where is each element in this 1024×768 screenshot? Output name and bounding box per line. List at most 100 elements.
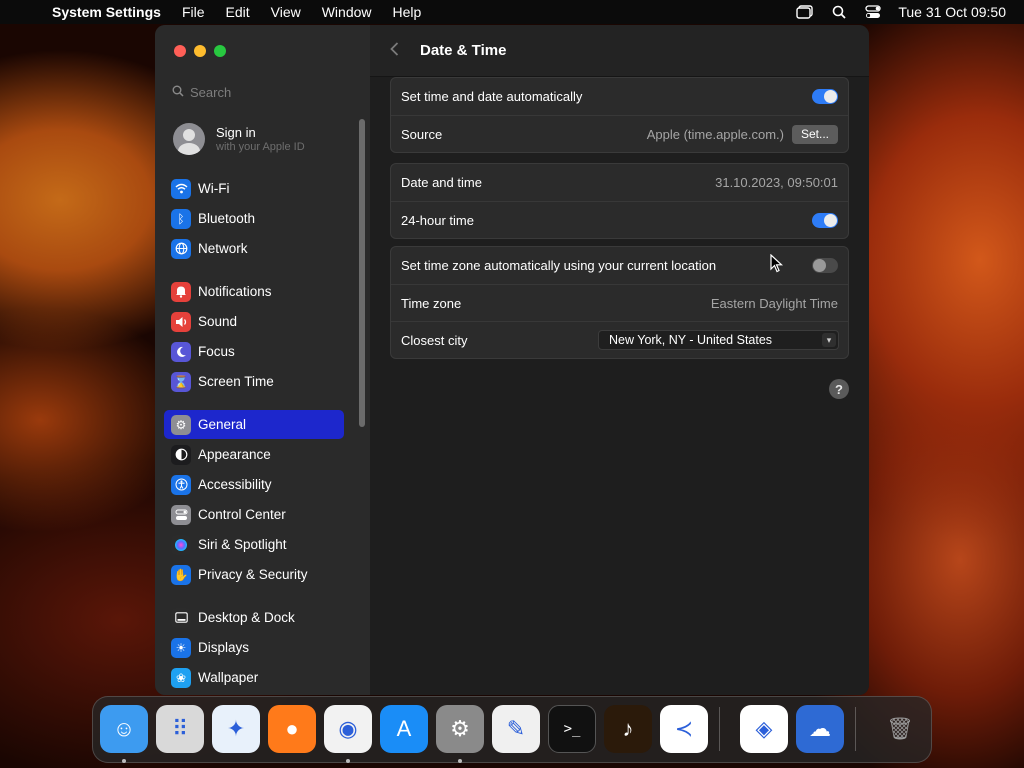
source-row: Source Apple (time.apple.com.) Set... xyxy=(391,115,848,152)
hourglass-icon: ⌛ xyxy=(171,371,191,392)
sidebar-item-notifications[interactable]: Notifications xyxy=(164,277,344,306)
closest-city-label: Closest city xyxy=(401,332,468,348)
mouse-cursor-icon xyxy=(770,254,784,273)
close-window-button[interactable] xyxy=(174,45,186,57)
menu-view[interactable]: View xyxy=(271,4,301,20)
sidebar-item-label: Privacy & Security xyxy=(198,567,308,582)
auto-time-toggle[interactable] xyxy=(812,89,838,104)
auto-time-label: Set time and date automatically xyxy=(401,89,583,104)
date-time-row: Date and time 31.10.2023, 09:50:01 xyxy=(391,164,848,201)
finder-icon[interactable]: ☺ xyxy=(100,705,148,753)
menu-clock[interactable]: Tue 31 Oct 09:50 xyxy=(898,4,1006,20)
sidebar-item-wifi[interactable]: Wi-Fi xyxy=(164,174,344,203)
textedit-icon[interactable]: ✎ xyxy=(492,705,540,753)
dock-separator xyxy=(855,707,856,751)
auto-timezone-label: Set time zone automatically using your c… xyxy=(401,258,717,273)
hour24-row: 24-hour time xyxy=(391,201,848,238)
sidebar-item-label: Appearance xyxy=(198,447,271,462)
auto-time-row: Set time and date automatically xyxy=(391,78,848,115)
search-icon xyxy=(166,85,190,100)
sidebar-item-general[interactable]: ⚙ General xyxy=(164,410,344,439)
vscode-icon[interactable]: ≺ xyxy=(660,705,708,753)
terminal-icon[interactable]: >_ xyxy=(548,705,596,753)
window-controls xyxy=(174,45,226,57)
sidebar-item-bluetooth[interactable]: ᛒ Bluetooth xyxy=(164,204,344,233)
control-center-icon xyxy=(171,504,191,525)
control-center-status-icon[interactable] xyxy=(856,0,890,24)
gear-icon: ⚙ xyxy=(171,414,191,435)
sidebar-item-wallpaper[interactable]: ❀ Wallpaper xyxy=(164,663,344,692)
sidebar-item-label: Control Center xyxy=(198,507,286,522)
bell-icon xyxy=(171,281,191,302)
minimize-window-button[interactable] xyxy=(194,45,206,57)
menu-app-name[interactable]: System Settings xyxy=(52,4,161,20)
sun-icon: ☀ xyxy=(171,637,191,658)
visual-studio-icon[interactable]: ◈ xyxy=(740,705,788,753)
sidebar-item-control-center[interactable]: Control Center xyxy=(164,500,344,529)
app-store-icon[interactable]: A xyxy=(380,705,428,753)
safari-icon[interactable]: ✦ xyxy=(212,705,260,753)
dock: ☺ ⠿ ✦ ● ◉ A ⚙ ✎ >_ ♪ ≺ ◈ ☁ 🗑 xyxy=(92,696,932,763)
speaker-icon xyxy=(171,311,191,332)
sidebar-item-accessibility[interactable]: Accessibility xyxy=(164,470,344,499)
back-chevron-icon[interactable] xyxy=(390,40,408,61)
firefox-icon[interactable]: ● xyxy=(268,705,316,753)
sidebar-item-displays[interactable]: ☀ Displays xyxy=(164,633,344,662)
sidebar-item-sound[interactable]: Sound xyxy=(164,307,344,336)
menu-file[interactable]: File xyxy=(182,4,205,20)
sidebar-item-label: Wi-Fi xyxy=(198,181,230,196)
sidebar-item-network[interactable]: Network xyxy=(164,234,344,263)
sidebar-item-label: General xyxy=(198,417,247,432)
date-time-value: 31.10.2023, 09:50:01 xyxy=(715,175,838,190)
launchpad-icon[interactable]: ⠿ xyxy=(156,705,204,753)
trash-icon[interactable]: 🗑 xyxy=(876,705,924,753)
signin-subtitle: with your Apple ID xyxy=(216,141,305,153)
system-settings-icon[interactable]: ⚙ xyxy=(436,705,484,753)
timezone-row: Time zone Eastern Daylight Time xyxy=(391,284,848,321)
apple-id-signin[interactable]: Sign in with your Apple ID xyxy=(173,123,305,155)
help-button[interactable]: ? xyxy=(829,379,849,399)
sidebar-item-privacy-security[interactable]: ✋ Privacy & Security xyxy=(164,560,344,589)
sidebar-search-field[interactable]: Search xyxy=(166,80,352,104)
timezone-label: Time zone xyxy=(401,295,462,311)
globe-icon xyxy=(171,238,191,259)
spotlight-search-icon[interactable] xyxy=(822,0,856,24)
chrome-icon[interactable]: ◉ xyxy=(324,705,372,753)
menu-bar: System Settings File Edit View Window He… xyxy=(0,0,1024,24)
sidebar-item-label: Siri & Spotlight xyxy=(198,537,287,552)
moon-icon xyxy=(171,341,191,362)
auto-timezone-toggle[interactable] xyxy=(812,258,838,273)
hand-icon: ✋ xyxy=(171,564,191,585)
date-time-group: Date and time 31.10.2023, 09:50:01 24-ho… xyxy=(390,163,849,239)
sidebar-item-focus[interactable]: Focus xyxy=(164,337,344,366)
menu-edit[interactable]: Edit xyxy=(226,4,250,20)
weather-icon[interactable]: ☁ xyxy=(796,705,844,753)
sidebar-item-screen-time[interactable]: ⌛ Screen Time xyxy=(164,367,344,396)
sidebar-item-appearance[interactable]: Appearance xyxy=(164,440,344,469)
avatar xyxy=(173,123,205,155)
set-source-button[interactable]: Set... xyxy=(792,124,838,144)
closest-city-value: New York, NY - United States xyxy=(609,333,773,347)
timezone-value: Eastern Daylight Time xyxy=(710,295,838,311)
sidebar-scrollbar-thumb[interactable] xyxy=(359,119,365,427)
sidebar-item-siri-spotlight[interactable]: Siri & Spotlight xyxy=(164,530,344,559)
menu-help[interactable]: Help xyxy=(393,4,422,20)
hour24-toggle[interactable] xyxy=(812,212,838,228)
sidebar-item-label: Accessibility xyxy=(198,477,272,492)
running-indicator xyxy=(346,759,350,763)
sidebar-item-label: Focus xyxy=(198,344,235,359)
date-time-label: Date and time xyxy=(401,175,482,190)
menu-window[interactable]: Window xyxy=(322,4,372,20)
stage-manager-icon[interactable] xyxy=(788,0,822,24)
garageband-icon[interactable]: ♪ xyxy=(604,705,652,753)
sidebar-item-desktop-dock[interactable]: Desktop & Dock xyxy=(164,603,344,632)
sidebar-item-label: Screen Time xyxy=(198,374,274,389)
sidebar-item-label: Displays xyxy=(198,640,250,655)
wifi-icon xyxy=(171,178,191,199)
sidebar-item-label: Sound xyxy=(198,314,238,329)
closest-city-row: Closest city New York, NY - United State… xyxy=(391,321,848,358)
closest-city-select[interactable]: New York, NY - United States ▾ xyxy=(598,330,839,350)
bluetooth-icon: ᛒ xyxy=(171,208,191,229)
content-header: Date & Time xyxy=(370,25,869,77)
zoom-window-button[interactable] xyxy=(214,45,226,57)
